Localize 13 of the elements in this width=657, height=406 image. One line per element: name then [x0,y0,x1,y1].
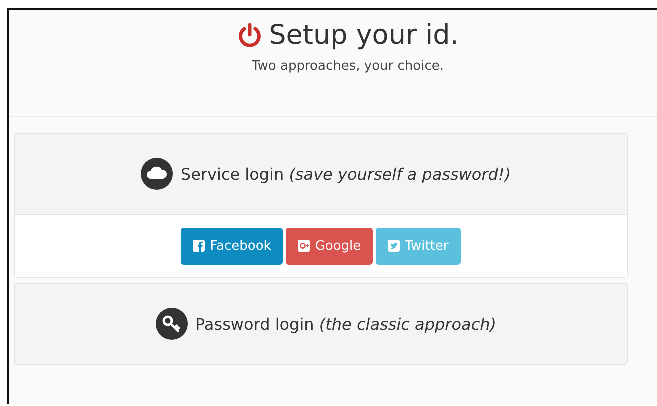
power-icon [237,22,264,48]
social-login-button[interactable]: Google [286,228,374,264]
page-title: Setup your id. [269,20,459,51]
cloud-icon [140,158,173,190]
facebook-icon [193,240,206,252]
panel-heading: Service login (save yourself a password!) [180,164,512,184]
bird-icon [388,240,400,252]
google-plus-icon [298,240,310,252]
social-login-button[interactable]: Facebook [181,228,284,264]
social-login-button[interactable]: Twitter [376,228,461,264]
page-subtitle: Two approaches, your choice. [252,59,444,74]
key-icon [156,308,188,340]
panel-heading: Password login (the classic approach) [196,314,496,334]
